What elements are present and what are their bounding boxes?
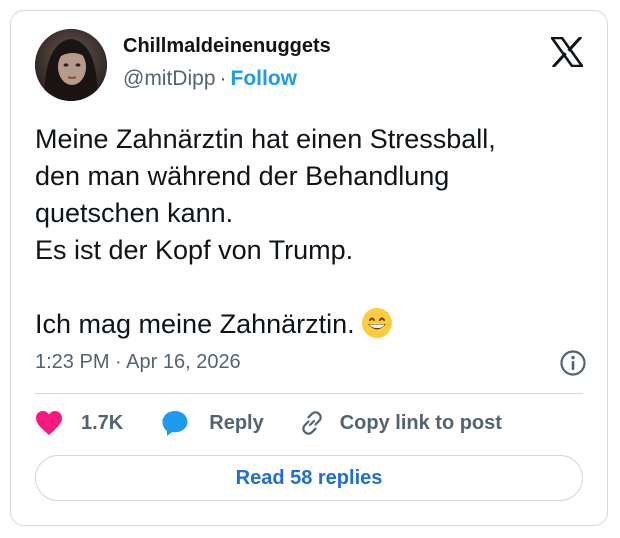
- tweet-line: Ich mag meine Zahnärztin.: [35, 309, 355, 339]
- like-button[interactable]: 1.7K: [35, 410, 123, 436]
- tweet-line: Es ist der Kopf von Trump.: [35, 235, 354, 265]
- separator-dot: ·: [219, 67, 227, 90]
- link-icon: [301, 411, 322, 435]
- copy-link-label: Copy link to post: [339, 411, 502, 434]
- like-count: 1.7K: [81, 411, 124, 434]
- tweet-last-line: Ich mag meine Zahnärztin.: [35, 306, 595, 349]
- info-icon[interactable]: [559, 349, 587, 377]
- tweet-timestamp[interactable]: 1:23 PM · Apr 16, 2026: [35, 351, 241, 374]
- divider: [35, 393, 583, 394]
- heart-icon: [36, 411, 62, 435]
- avatar-photo: [35, 29, 107, 101]
- follow-button[interactable]: Follow: [231, 67, 298, 90]
- tweet-text: Meine Zahnärztin hat einen Stressball, d…: [35, 121, 595, 349]
- x-logo-icon[interactable]: [549, 35, 585, 69]
- read-replies-button[interactable]: Read 58 replies: [35, 455, 583, 501]
- tweet-line: Meine Zahnärztin hat einen Stressball,: [35, 124, 496, 154]
- tweet-card: Chillmaldeinenuggets @mitDipp · Follow Mei…: [10, 10, 608, 526]
- author-display-name[interactable]: Chillmaldeinenuggets: [123, 35, 331, 58]
- tweet-line: den man während der Behandlung: [35, 161, 450, 191]
- grinning-face-emoji-icon: [361, 307, 393, 349]
- action-bar: 1.7K Reply Copy link to post: [35, 407, 502, 439]
- copy-link-button[interactable]: Copy link to post: [298, 409, 502, 437]
- speech-bubble-icon: [162, 411, 188, 436]
- author-handle[interactable]: @mitDipp: [123, 67, 216, 90]
- reply-label: Reply: [209, 411, 264, 434]
- reply-button[interactable]: Reply: [161, 409, 264, 437]
- author-handle-row: @mitDipp · Follow: [123, 67, 297, 91]
- avatar[interactable]: [35, 29, 107, 101]
- tweet-line: quetschen kann.: [35, 198, 234, 228]
